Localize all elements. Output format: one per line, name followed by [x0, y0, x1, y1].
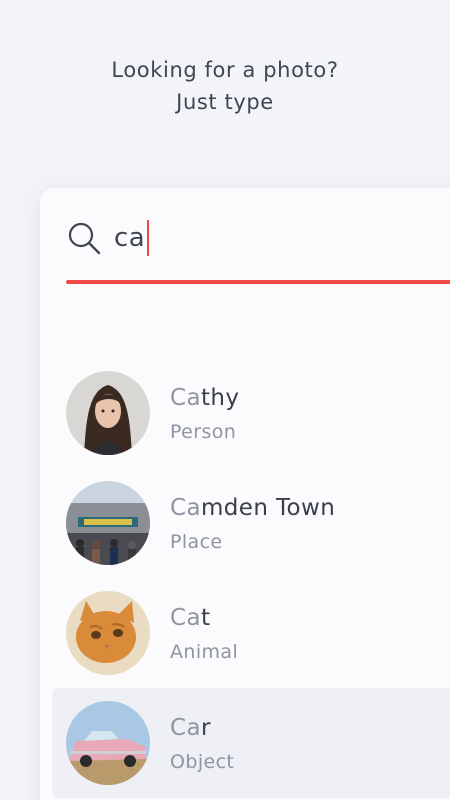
result-category: Object [170, 751, 235, 773]
result-text: Cathy Person [170, 383, 239, 443]
result-name: Car [170, 715, 211, 741]
result-category: Place [170, 531, 223, 553]
result-category: Person [170, 421, 237, 443]
cat-photo [66, 591, 150, 675]
headline-line-2: Just type [176, 90, 274, 114]
search-field[interactable]: ca [66, 214, 446, 262]
search-screen: Looking for a photo? Just type ca Cathy … [0, 0, 450, 800]
result-item-cat[interactable]: Cat Animal [66, 578, 450, 688]
person-photo [66, 371, 150, 455]
car-photo [66, 701, 150, 785]
text-caret [147, 220, 150, 256]
result-name: Camden Town [170, 495, 336, 521]
result-text: Camden Town Place [170, 493, 335, 553]
result-name: Cat [170, 605, 211, 631]
search-input[interactable]: ca [114, 223, 145, 253]
search-underline [66, 280, 450, 284]
result-item-car[interactable]: Car Object [52, 688, 450, 798]
place-photo [66, 481, 150, 565]
search-card: ca Cathy Person Camden Town Place Cat An… [40, 188, 450, 800]
result-item-cathy[interactable]: Cathy Person [66, 358, 450, 468]
result-item-camden-town[interactable]: Camden Town Place [66, 468, 450, 578]
result-text: Car Object [170, 713, 234, 773]
result-text: Cat Animal [170, 603, 238, 663]
headline-line-1: Looking for a photo? [111, 58, 339, 82]
results-list: Cathy Person Camden Town Place Cat Anima… [52, 358, 450, 798]
search-icon [68, 222, 101, 255]
result-name: Cathy [170, 385, 240, 411]
result-category: Animal [170, 641, 239, 663]
headline: Looking for a photo? Just type [0, 54, 450, 118]
